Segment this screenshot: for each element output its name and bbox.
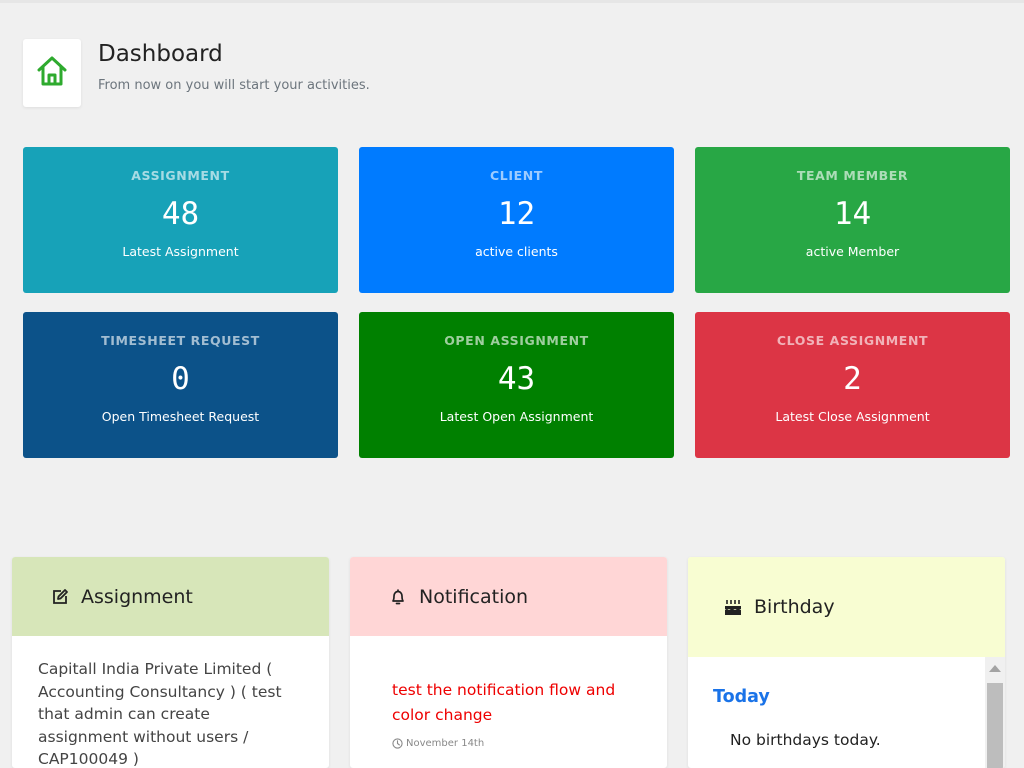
birthday-cake-icon	[723, 597, 743, 617]
stat-value: 48	[161, 196, 200, 232]
birthday-today-heading: Today	[713, 687, 770, 707]
assignment-panel-title: Assignment	[81, 585, 193, 608]
edit-icon	[50, 587, 70, 607]
stat-card-team-member[interactable]: TEAM MEMBER 14 active Member	[695, 147, 1010, 293]
top-border	[0, 0, 1024, 3]
assignment-panel: Assignment Capitall India Private Limite…	[12, 557, 329, 768]
assignment-panel-header: Assignment	[12, 557, 329, 636]
stat-description: Latest Close Assignment	[775, 409, 930, 424]
stat-title: CLIENT	[490, 168, 543, 183]
notification-date-text: November 14th	[406, 738, 485, 749]
stat-card-open-assignment[interactable]: OPEN ASSIGNMENT 43 Latest Open Assignmen…	[359, 312, 674, 458]
page-title: Dashboard	[98, 41, 223, 67]
birthday-panel-title: Birthday	[754, 596, 835, 618]
stat-description: Open Timesheet Request	[101, 409, 260, 424]
stat-value: 14	[833, 196, 872, 232]
stat-description: Latest Open Assignment	[439, 409, 594, 424]
stat-title: TEAM MEMBER	[796, 168, 909, 183]
stat-value: 12	[497, 196, 536, 232]
stat-card-close-assignment[interactable]: CLOSE ASSIGNMENT 2 Latest Close Assignme…	[695, 312, 1010, 458]
notification-panel-title: Notification	[419, 585, 529, 608]
stat-value: 0	[171, 361, 190, 397]
stat-description: active Member	[805, 244, 900, 259]
page-subtitle: From now on you will start your activiti…	[98, 78, 370, 93]
notification-panel-header: Notification	[350, 557, 667, 636]
scroll-up-arrow-icon[interactable]	[989, 665, 1001, 672]
home-icon	[34, 53, 70, 93]
assignment-list-item[interactable]: Capitall India Private Limited ( Account…	[12, 636, 329, 768]
stat-value: 43	[497, 361, 536, 397]
home-icon-box[interactable]	[23, 39, 81, 107]
assignment-text: Capitall India Private Limited ( Account…	[38, 660, 282, 768]
notification-panel: Notification test the notification flow …	[350, 557, 667, 768]
birthday-panel: Birthday Today No birthdays today.	[688, 557, 1005, 768]
stat-title: ASSIGNMENT	[131, 168, 230, 183]
birthday-list: Today No birthdays today.	[688, 657, 1005, 749]
page-header: Dashboard From now on you will start you…	[23, 39, 370, 107]
stat-title: CLOSE ASSIGNMENT	[776, 333, 929, 348]
stat-description: Latest Assignment	[122, 244, 239, 259]
stat-value: 2	[843, 361, 862, 397]
stat-title: OPEN ASSIGNMENT	[444, 333, 589, 348]
scroll-thumb[interactable]	[987, 683, 1003, 768]
stat-card-timesheet-request[interactable]: TIMESHEET REQUEST 0 Open Timesheet Reque…	[23, 312, 338, 458]
notification-text: test the notification flow and color cha…	[392, 681, 616, 724]
birthday-panel-header: Birthday	[688, 557, 1005, 657]
birthday-empty-message: No birthdays today.	[730, 731, 881, 749]
clock-icon	[392, 738, 403, 749]
notification-item[interactable]: test the notification flow and color cha…	[350, 636, 667, 749]
stat-card-client[interactable]: CLIENT 12 active clients	[359, 147, 674, 293]
stat-title: TIMESHEET REQUEST	[101, 333, 260, 348]
birthday-scrollbar[interactable]	[985, 657, 1005, 768]
notification-date: November 14th	[392, 738, 641, 749]
bell-icon	[388, 587, 408, 607]
stat-card-assignment[interactable]: ASSIGNMENT 48 Latest Assignment	[23, 147, 338, 293]
stat-description: active clients	[475, 244, 558, 259]
